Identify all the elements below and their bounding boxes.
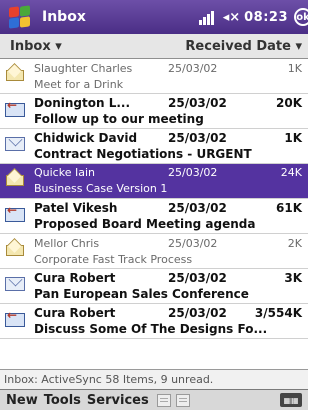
message-meta: Chidwick David 25/03/02 1K bbox=[34, 131, 302, 146]
message-row[interactable]: Chidwick David 25/03/02 1K Contract Negotia… bbox=[0, 129, 308, 164]
message-sender: Cura Robert bbox=[34, 306, 116, 320]
message-sender: Patel Vikesh bbox=[34, 201, 118, 215]
open-envelope-icon bbox=[5, 240, 25, 256]
message-sender: Mellor Chris bbox=[34, 237, 100, 250]
message-subject: Business Case Version 1 bbox=[34, 182, 168, 195]
message-subject: Pan European Sales Conference bbox=[34, 287, 249, 301]
message-meta: Cura Robert 25/03/02 3K bbox=[34, 271, 302, 286]
message-sender: Donington L... bbox=[34, 96, 131, 110]
message-date: 25/03/02 bbox=[168, 62, 218, 75]
list-header: Inbox ▾ Received Date ▾ bbox=[0, 34, 308, 59]
message-row[interactable]: Cura Robert 25/03/02 3/554K Discuss Some Of… bbox=[0, 304, 308, 339]
message-meta: Donington L... 25/03/02 20K bbox=[34, 96, 302, 111]
reply-toolbar-icon[interactable] bbox=[156, 393, 171, 407]
message-size: 24K bbox=[280, 166, 302, 179]
status-area: ◂× 08:23 ok bbox=[198, 8, 312, 26]
message-subject: Corporate Fast Track Process bbox=[34, 253, 193, 266]
message-sender: Cura Robert bbox=[34, 271, 116, 285]
windows-start-icon[interactable] bbox=[8, 5, 32, 29]
keyboard-icon[interactable]: ▦▦ bbox=[280, 393, 302, 407]
message-size: 3/554K bbox=[254, 306, 302, 320]
message-size: 1K bbox=[287, 62, 302, 75]
message-size: 1K bbox=[284, 131, 302, 145]
message-meta: Mellor Chris 25/03/02 2K bbox=[34, 237, 302, 252]
menu-new[interactable]: New bbox=[6, 393, 38, 408]
menu-bar: New Tools Services ▦▦ bbox=[0, 389, 308, 410]
message-subject: Contract Negotiations - URGENT bbox=[34, 147, 252, 161]
message-sender: Chidwick David bbox=[34, 131, 138, 145]
message-size: 2K bbox=[287, 237, 302, 250]
clock[interactable]: 08:23 bbox=[244, 10, 288, 25]
message-subject: Follow up to our meeting bbox=[34, 112, 204, 126]
message-row[interactable]: Donington L... 25/03/02 20K Follow up to ou… bbox=[0, 94, 308, 129]
message-meta: Quicke Iain 25/03/02 24K bbox=[34, 166, 302, 181]
message-row[interactable]: Cura Robert 25/03/02 3K Pan European Sales … bbox=[0, 269, 308, 304]
message-date: 25/03/02 bbox=[168, 96, 227, 110]
message-subject: Meet for a Drink bbox=[34, 78, 124, 91]
message-meta: Patel Vikesh 25/03/02 61K bbox=[34, 201, 302, 216]
open-envelope-icon bbox=[5, 65, 25, 81]
closed-envelope-icon bbox=[5, 275, 25, 291]
open-envelope-icon bbox=[5, 170, 25, 186]
message-size: 61K bbox=[276, 201, 302, 215]
message-meta: Cura Robert 25/03/02 3/554K bbox=[34, 306, 302, 321]
message-row[interactable]: Slaughter Charles 25/03/02 1K Meet for a Dr… bbox=[0, 59, 308, 94]
closed-envelope-icon bbox=[5, 135, 25, 151]
message-sender: Quicke Iain bbox=[34, 166, 95, 179]
message-list: Slaughter Charles 25/03/02 1K Meet for a Dr… bbox=[0, 59, 308, 369]
properties-toolbar-icon[interactable] bbox=[175, 393, 190, 407]
status-bar: Inbox: ActiveSync 58 Items, 9 unread. bbox=[0, 369, 308, 389]
folder-dropdown[interactable]: Inbox ▾ bbox=[10, 39, 62, 54]
replied-envelope-icon bbox=[5, 308, 25, 327]
message-row[interactable]: Quicke Iain 25/03/02 24K Business Case Vers… bbox=[0, 164, 308, 199]
speaker-icon[interactable]: ◂× bbox=[223, 10, 240, 25]
message-row[interactable]: Mellor Chris 25/03/02 2K Corporate Fast Tra… bbox=[0, 234, 308, 269]
menu-services[interactable]: Services bbox=[87, 393, 149, 408]
app-title: Inbox bbox=[42, 9, 86, 25]
message-date: 25/03/02 bbox=[168, 271, 227, 285]
replied-envelope-icon bbox=[5, 98, 25, 117]
sort-dropdown[interactable]: Received Date ▾ bbox=[185, 39, 302, 54]
message-date: 25/03/02 bbox=[168, 201, 227, 215]
message-sender: Slaughter Charles bbox=[34, 62, 133, 75]
message-date: 25/03/02 bbox=[168, 237, 218, 250]
menu-tools[interactable]: Tools bbox=[44, 393, 81, 408]
signal-icon[interactable] bbox=[198, 9, 217, 25]
message-size: 20K bbox=[276, 96, 302, 110]
ok-icon[interactable]: ok bbox=[294, 8, 312, 26]
message-date: 25/03/02 bbox=[168, 166, 218, 179]
message-subject: Discuss Some Of The Designs Fo... bbox=[34, 322, 268, 336]
message-size: 3K bbox=[284, 271, 302, 285]
message-date: 25/03/02 bbox=[168, 306, 227, 320]
replied-envelope-icon bbox=[5, 203, 25, 222]
message-subject: Proposed Board Meeting agenda bbox=[34, 217, 256, 231]
status-text: Inbox: ActiveSync 58 Items, 9 unread. bbox=[4, 373, 214, 386]
message-date: 25/03/02 bbox=[168, 131, 227, 145]
message-meta: Slaughter Charles 25/03/02 1K bbox=[34, 62, 302, 77]
title-bar: Inbox ◂× 08:23 ok bbox=[0, 0, 312, 34]
message-row[interactable]: Patel Vikesh 25/03/02 61K Proposed Board Me… bbox=[0, 199, 308, 234]
